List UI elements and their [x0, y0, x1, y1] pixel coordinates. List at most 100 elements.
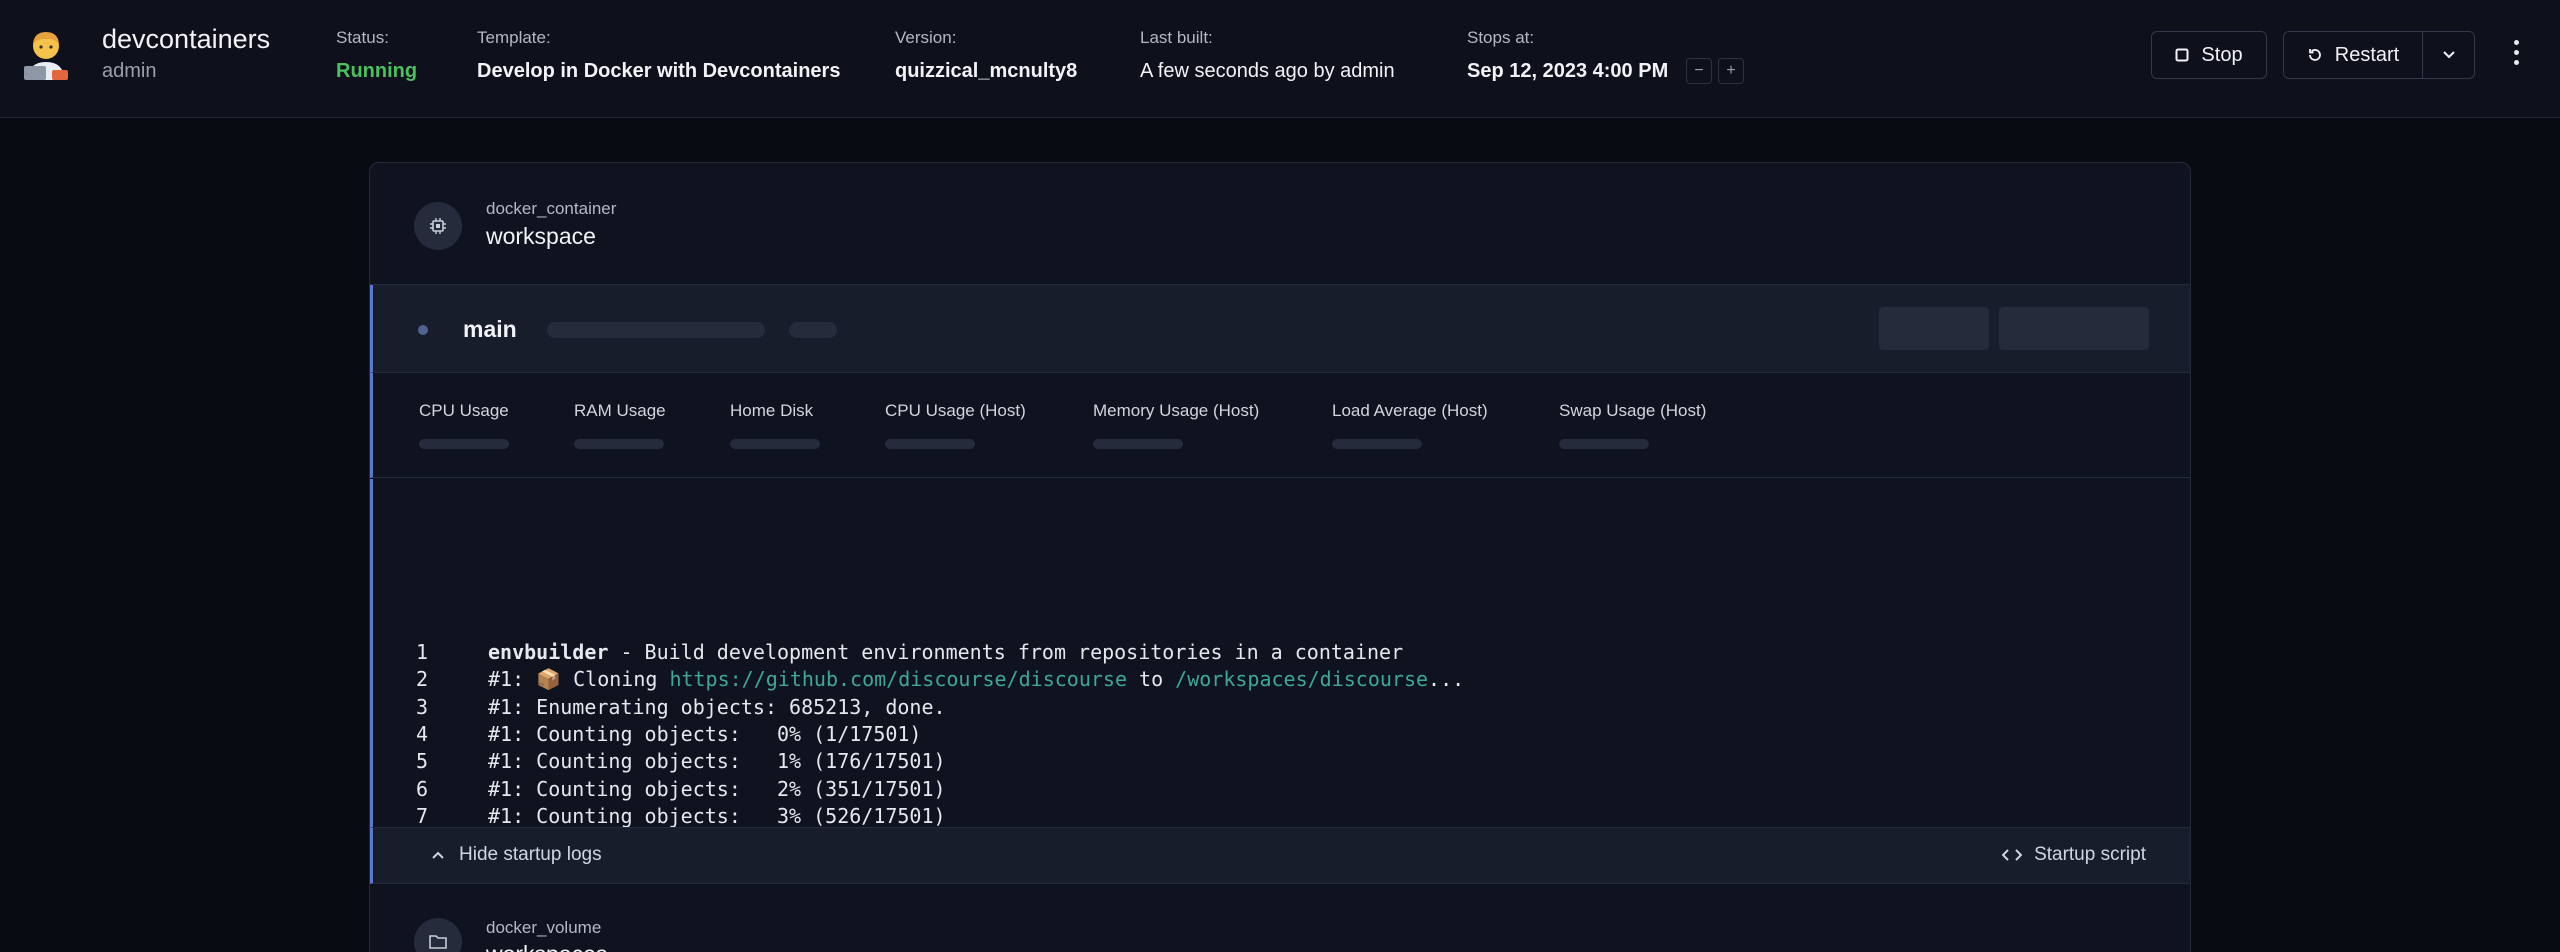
template-stat: Template: Develop in Docker with Devcont…	[477, 28, 840, 83]
agent-status-dot	[418, 325, 428, 335]
avatar	[24, 32, 68, 80]
template-value[interactable]: Develop in Docker with Devcontainers	[477, 60, 840, 83]
startup-script-label: Startup script	[2034, 844, 2146, 865]
stop-label: Stop	[2201, 43, 2243, 66]
log-link[interactable]: https://github.com/discourse/discourse	[669, 667, 1127, 691]
log-text-segment: #1: Counting objects: 3% (526/17501)	[488, 803, 946, 827]
stop-button[interactable]: Stop	[2151, 31, 2267, 79]
agent-metrics: CPU Usage RAM Usage Home Disk CPU Usage …	[370, 373, 2190, 478]
log-text-segment: - Build development environments from re…	[608, 640, 1404, 664]
version-label: Version:	[895, 28, 957, 47]
more-options-icon[interactable]	[2508, 40, 2524, 70]
log-line-text: #1: Enumerating objects: 685213, done.	[488, 695, 946, 719]
agent-latency-skeleton	[789, 322, 837, 338]
metric-label: Swap Usage (Host)	[1559, 401, 1707, 420]
resource-type: docker_volume	[486, 918, 602, 937]
log-link[interactable]: /workspaces/discourse	[1175, 667, 1428, 691]
restart-options-button[interactable]	[2422, 31, 2475, 79]
decrease-deadline-button[interactable]: −	[1686, 58, 1712, 84]
restart-label: Restart	[2334, 43, 2400, 66]
log-line: 4 #1: Counting objects: 0% (1/17501)	[373, 722, 2190, 749]
metric-label: CPU Usage	[419, 401, 509, 420]
resource-name: workspace	[486, 223, 596, 249]
log-line: 2 #1: 📦 Cloning https://github.com/discou…	[373, 667, 2190, 694]
log-line-text: #1: Counting objects: 0% (1/17501)	[488, 722, 921, 746]
metric-load-average-host: Load Average (Host)	[1332, 401, 1488, 449]
status-stat: Status: Running	[336, 28, 417, 83]
log-line-number: 5	[416, 749, 429, 774]
increase-deadline-button[interactable]: +	[1718, 58, 1744, 84]
metric-ram-usage: RAM Usage	[574, 401, 666, 449]
metric-swap-usage-host: Swap Usage (Host)	[1559, 401, 1706, 449]
version-value[interactable]: quizzical_mcnulty8	[895, 60, 1077, 83]
metric-label: CPU Usage (Host)	[885, 401, 1026, 420]
log-line: 6 #1: Counting objects: 2% (351/17501)	[373, 777, 2190, 804]
stops-at-stat: Stops at: Sep 12, 2023 4:00 PM	[1467, 28, 1668, 83]
log-line-text: #1: Counting objects: 1% (176/17501)	[488, 749, 946, 773]
agent-row: main	[370, 285, 2190, 373]
template-label: Template:	[477, 28, 551, 47]
log-text-segment: envbuilder	[488, 640, 609, 664]
log-text-segment: #1: 📦 Cloning	[488, 667, 670, 692]
metric-skeleton	[730, 439, 820, 449]
log-line-text: #1: Counting objects: 3% (526/17501)	[488, 804, 946, 827]
folder-icon	[414, 918, 462, 952]
container-icon	[414, 202, 462, 250]
log-text-segment: #1: Counting objects: 2% (351/17501)	[488, 776, 946, 801]
metric-skeleton	[1093, 439, 1183, 449]
metric-home-disk: Home Disk	[730, 401, 820, 449]
log-line-number: 2	[416, 667, 429, 692]
metric-cpu-usage: CPU Usage	[419, 401, 509, 449]
chevron-down-icon	[2442, 51, 2455, 59]
status-label: Status:	[336, 28, 389, 47]
workspace-owner: admin	[102, 60, 157, 82]
agent-name: main	[463, 316, 517, 342]
chevron-up-icon	[432, 851, 444, 859]
code-icon	[2002, 849, 2023, 861]
log-line-text: envbuilder - Build development environme…	[488, 640, 1403, 664]
agent-version-skeleton	[547, 322, 765, 338]
metric-skeleton	[1559, 439, 1649, 449]
metric-skeleton	[574, 439, 664, 449]
last-built-stat: Last built: A few seconds ago by admin	[1140, 28, 1395, 83]
app-button-skeleton	[1879, 307, 1989, 350]
last-built-label: Last built:	[1140, 28, 1213, 47]
log-line: 1 envbuilder - Build development environm…	[373, 640, 2190, 667]
stop-icon	[2175, 48, 2189, 62]
log-line-number: 6	[416, 776, 429, 801]
log-line-number: 7	[416, 803, 429, 827]
restart-icon	[2308, 49, 2321, 61]
log-line: 7 #1: Counting objects: 3% (526/17501)	[373, 804, 2190, 827]
startup-logs[interactable]: 1 envbuilder - Build development environm…	[370, 479, 2190, 827]
log-text-segment: to	[1127, 667, 1176, 692]
metric-label: Home Disk	[730, 401, 814, 420]
version-stat: Version: quizzical_mcnulty8	[895, 28, 1077, 83]
resource-type: docker_container	[486, 199, 617, 218]
workspace-name: devcontainers	[102, 24, 271, 54]
metric-label: Load Average (Host)	[1332, 401, 1488, 420]
metric-skeleton	[1332, 439, 1422, 449]
restart-button[interactable]: Restart	[2283, 31, 2423, 79]
log-line-text: #1: Counting objects: 2% (351/17501)	[488, 777, 946, 801]
log-line-number: 4	[416, 721, 429, 746]
hide-startup-logs-label: Hide startup logs	[459, 844, 602, 865]
log-line-text: #1: 📦 Cloning https://github.com/discour…	[488, 667, 1464, 691]
startup-logs-footer: Hide startup logs Startup script	[370, 827, 2190, 884]
hide-startup-logs-button[interactable]: Hide startup logs	[431, 844, 602, 866]
log-text-segment: ...	[1428, 667, 1465, 692]
metric-label: Memory Usage (Host)	[1093, 401, 1260, 420]
resource-card: docker_container workspace main CPU Usag…	[369, 162, 2191, 952]
stops-at-label: Stops at:	[1467, 28, 1535, 47]
log-text-segment: #1: Enumerating objects: 685213, done.	[488, 694, 946, 719]
workspace-topbar: devcontainers admin Status: Running Temp…	[0, 0, 2560, 118]
last-built-value: A few seconds ago by admin	[1140, 60, 1395, 82]
startup-script-button[interactable]: Startup script	[2002, 844, 2146, 866]
metric-label: RAM Usage	[574, 401, 666, 420]
metric-cpu-usage-host: CPU Usage (Host)	[885, 401, 1026, 449]
log-text-segment: #1: Counting objects: 0% (1/17501)	[488, 721, 922, 746]
app-button-skeleton	[1999, 307, 2149, 350]
log-line: 5 #1: Counting objects: 1% (176/17501)	[373, 749, 2190, 776]
resource-name: workspaces	[486, 941, 607, 952]
stops-at-value: Sep 12, 2023 4:00 PM	[1467, 60, 1669, 82]
log-line-number: 3	[416, 694, 429, 719]
